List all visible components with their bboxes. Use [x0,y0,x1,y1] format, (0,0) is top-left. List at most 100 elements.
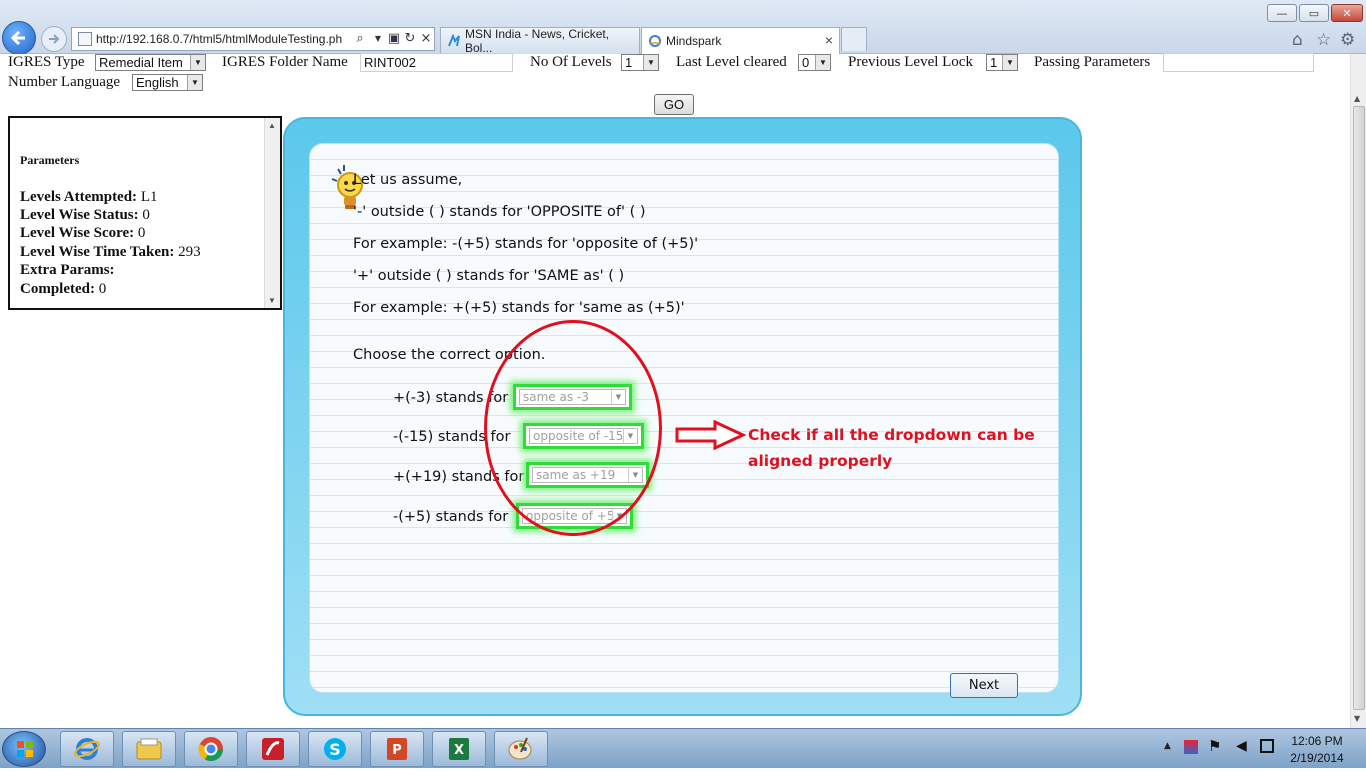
paint-icon [508,737,532,760]
param-label: Levels Attempted: [20,189,138,205]
chevron-down-icon: ▼ [643,55,658,70]
skype-icon: S [324,738,346,760]
select-value: English [136,75,179,90]
parameters-panel[interactable]: ▲ ▼ Parameters Levels Attempted: L1 Leve… [8,116,282,310]
scroll-down-icon[interactable]: ▼ [268,296,276,305]
restore-button[interactable]: ▭ [1299,4,1329,22]
back-arrow-icon [10,30,25,46]
param-value: 0 [142,207,150,223]
parameters-title: Parameters [20,153,80,167]
svg-text:P: P [392,743,402,758]
tray-app-icon[interactable] [1184,740,1198,754]
instruction-line-3: For example: -(+5) stands for 'opposite … [353,236,699,252]
start-button[interactable] [2,731,46,767]
compat-icon[interactable]: ▣ [386,31,402,46]
explorer-icon [136,738,162,760]
param-label: Completed: [20,281,95,297]
activity-notebook: Let us assume, '-' outside ( ) stands fo… [309,143,1059,698]
select-value: 1 [625,55,633,70]
browser-chrome: — ▭ ✕ http://192.168.0.7/html5/htmlModul… [0,0,1366,55]
close-window-button[interactable]: ✕ [1331,4,1363,22]
taskbar-excel-button[interactable]: X [432,731,486,767]
svg-text:X: X [454,743,464,758]
network-icon[interactable] [1260,739,1274,753]
param-value: 0 [98,281,107,297]
tab-mindspark[interactable]: Mindspark × [641,27,840,54]
param-value: 0 [137,225,146,241]
igres-type-select[interactable]: Remedial Item ▼ [95,54,206,71]
param-label: Level Wise Score: [20,225,135,241]
tray-expand-icon[interactable]: ▲ [1164,741,1171,751]
forward-button[interactable] [41,26,67,52]
instruction-line-1: Let us assume, [353,172,463,188]
scroll-down-icon[interactable]: ▼ [1354,714,1360,723]
folder-name-input[interactable]: RINT002 [360,53,513,72]
page-content: IGRES Type Remedial Item ▼ IGRES Folder … [0,53,1350,728]
app-icon [262,738,284,760]
windows-logo-icon [17,741,33,757]
new-tab-button[interactable] [841,27,867,51]
question-4-text: -(+5) stands for [393,509,509,525]
scroll-up-icon[interactable]: ▲ [268,121,276,130]
clock-time[interactable]: 12:06 PM [1284,734,1350,748]
chevron-down-icon: ▼ [1002,55,1017,70]
param-levels-attempted: Levels Attempted: L1 [20,189,157,206]
favorites-star-icon[interactable]: ☆ [1316,30,1331,50]
annotation-text: Check if all the dropdown can be aligned… [748,426,1035,470]
levels-select[interactable]: 1 ▼ [621,54,659,71]
igres-type-label: IGRES Type [8,54,85,70]
passing-params-label: Passing Parameters [1034,54,1151,70]
taskbar-ie-button[interactable] [60,731,114,767]
search-icon[interactable]: ⌕ [352,31,368,46]
settings-gear-icon[interactable]: ⚙ [1340,30,1355,50]
taskbar-explorer-button[interactable] [122,731,176,767]
forward-arrow-icon [49,34,60,44]
prev-lock-select[interactable]: 1 ▼ [986,54,1018,71]
go-button[interactable]: GO [654,94,694,115]
volume-icon[interactable]: ◀ [1236,738,1247,754]
minimize-button[interactable]: — [1267,4,1297,22]
last-cleared-select[interactable]: 0 ▼ [798,54,831,71]
param-level-time: Level Wise Time Taken: 293 [20,244,201,261]
number-language-select[interactable]: English ▼ [132,74,203,91]
param-value: L1 [140,189,158,205]
page-scrollbar[interactable]: ▲ ▼ [1350,54,1366,728]
taskbar-paint-button[interactable] [494,731,548,767]
address-text: http://192.168.0.7/html5/htmlModuleTesti… [96,32,343,46]
taskbar-skype-button[interactable]: S [308,731,362,767]
scrollbar-thumb[interactable] [1353,106,1365,710]
next-button[interactable]: Next [950,673,1018,698]
activity-frame: Let us assume, '-' outside ( ) stands fo… [283,117,1082,716]
instruction-line-2: '-' outside ( ) stands for 'OPPOSITE of'… [353,204,646,220]
taskbar-app-button[interactable] [246,731,300,767]
back-button[interactable] [2,21,36,55]
instruction-line-4: '+' outside ( ) stands for 'SAME as' ( ) [353,268,625,284]
param-value: 293 [178,244,201,260]
clock-date[interactable]: 2/19/2014 [1284,751,1350,765]
refresh-icon[interactable]: ↻ [402,31,418,46]
dropdown-icon[interactable]: ▼ [370,34,386,43]
param-level-score: Level Wise Score: 0 [20,225,145,242]
param-label: Extra Params: [20,262,115,278]
parameters-scrollbar[interactable]: ▲ ▼ [264,118,280,308]
scroll-up-icon[interactable]: ▲ [1354,94,1360,103]
select-value: Remedial Item [99,55,183,70]
taskbar-powerpoint-button[interactable]: P [370,731,424,767]
address-bar[interactable]: http://192.168.0.7/html5/htmlModuleTesti… [71,27,435,51]
select-value: 1 [990,55,998,70]
tab-msn[interactable]: MSN India - News, Cricket, Bol... [440,27,640,55]
home-icon[interactable]: ⌂ [1292,30,1303,50]
passing-params-input[interactable] [1163,53,1314,72]
param-label: Level Wise Status: [20,207,139,223]
close-tab-icon[interactable]: × [825,32,833,48]
annotation-arrow-icon [675,420,747,450]
taskbar: S P X ▲ ⚑ ◀ 12:06 PM 2/19/2014 [0,728,1366,768]
ie-icon [74,738,100,760]
stop-icon[interactable]: × [418,31,434,46]
action-center-flag-icon[interactable]: ⚑ [1208,737,1221,755]
tab-label: MSN India - News, Cricket, Bol... [465,27,610,55]
instruction-line-5: For example: +(+5) stands for 'same as (… [353,300,685,316]
page-icon [78,32,92,46]
number-language-label: Number Language [8,74,121,90]
taskbar-chrome-button[interactable] [184,731,238,767]
